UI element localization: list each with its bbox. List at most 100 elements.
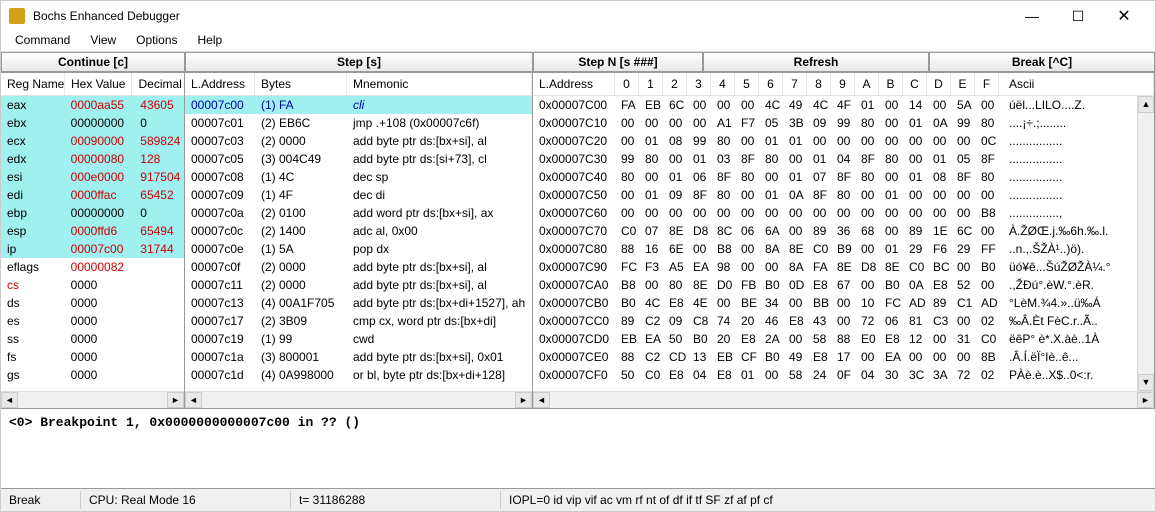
reg-dec-header[interactable]: Decimal (132, 73, 185, 95)
disasm-row[interactable]: 00007c00 (1) FA cli (185, 96, 532, 114)
memory-row[interactable]: 0x00007C90FCF3A5EA9800008AFA8ED88EC0BC00… (533, 258, 1137, 276)
stepn-button[interactable]: Step N [s ###] (533, 52, 703, 72)
disasm-row[interactable]: 00007c01 (2) EB6C jmp .+108 (0x00007c6f) (185, 114, 532, 132)
memory-row[interactable]: 0x00007C00FAEB6C0000004C494C4F010014005A… (533, 96, 1137, 114)
register-row[interactable]: ds 0000 (1, 294, 184, 312)
mem-scroll-h[interactable]: ◄ ► (533, 391, 1154, 408)
maximize-button[interactable]: ☐ (1055, 1, 1101, 31)
memory-row[interactable]: 0x00007CD0EBEA50B020E82A005888E0E8120031… (533, 330, 1137, 348)
mem-header-L.Address[interactable]: L.Address (533, 73, 615, 95)
scroll-up-icon[interactable]: ▲ (1138, 96, 1154, 113)
disasm-row[interactable]: 00007c1d (4) 0A998000 or bl, byte ptr ds… (185, 366, 532, 384)
memory-row[interactable]: 0x00007CF050C0E804E8010058240F04303C3A72… (533, 366, 1137, 384)
mem-header-6[interactable]: 6 (759, 73, 783, 95)
register-row[interactable]: edi 0000ffac 65452 (1, 186, 184, 204)
reg-hex-header[interactable]: Hex Value (65, 73, 132, 95)
memory-row[interactable]: 0x00007C20000108998000010100000000000000… (533, 132, 1137, 150)
disasm-row[interactable]: 00007c0f (2) 0000 add byte ptr ds:[bx+si… (185, 258, 532, 276)
scroll-right-icon[interactable]: ► (167, 392, 184, 408)
register-row[interactable]: ebx 00000000 0 (1, 114, 184, 132)
mem-header-4[interactable]: 4 (711, 73, 735, 95)
mem-header-2[interactable]: 2 (663, 73, 687, 95)
output-console[interactable]: <0> Breakpoint 1, 0x0000000000007c00 in … (1, 409, 1155, 489)
break-button[interactable]: Break [^C] (929, 52, 1155, 72)
disasm-row[interactable]: 00007c19 (1) 99 cwd (185, 330, 532, 348)
disasm-scroll-h[interactable]: ◄ ► (185, 391, 532, 408)
scroll-down-icon[interactable]: ▼ (1138, 374, 1154, 391)
mem-header-5[interactable]: 5 (735, 73, 759, 95)
scroll-track[interactable] (18, 392, 167, 408)
menu-help[interactable]: Help (188, 31, 233, 51)
memory-row[interactable]: 0x00007C8088166E00B8008A8EC0B9000129F629… (533, 240, 1137, 258)
disasm-row[interactable]: 00007c1a (3) 800001 add byte ptr ds:[bx+… (185, 348, 532, 366)
register-row[interactable]: eflags 00000082 (1, 258, 184, 276)
disasm-addr-header[interactable]: L.Address (185, 73, 255, 95)
disasm-row[interactable]: 00007c03 (2) 0000 add byte ptr ds:[bx+si… (185, 132, 532, 150)
continue-button[interactable]: Continue [c] (1, 52, 185, 72)
disasm-row[interactable]: 00007c17 (2) 3B09 cmp cx, word ptr ds:[b… (185, 312, 532, 330)
mem-header-3[interactable]: 3 (687, 73, 711, 95)
register-row[interactable]: fs 0000 (1, 348, 184, 366)
scroll-right-icon[interactable]: ► (515, 392, 532, 408)
disasm-mnem-header[interactable]: Mnemonic (347, 73, 532, 95)
disasm-row[interactable]: 00007c0c (2) 1400 adc al, 0x00 (185, 222, 532, 240)
register-row[interactable]: edx 00000080 128 (1, 150, 184, 168)
register-row[interactable]: cs 0000 (1, 276, 184, 294)
memory-row[interactable]: 0x00007CE088C2CD13EBCFB049E81700EA000000… (533, 348, 1137, 366)
reg-name-header[interactable]: Reg Name (1, 73, 65, 95)
close-button[interactable]: ✕ (1101, 1, 1147, 31)
memory-row[interactable]: 0x00007C40800001068F800001078F800001088F… (533, 168, 1137, 186)
step-button[interactable]: Step [s] (185, 52, 533, 72)
mem-header-1[interactable]: 1 (639, 73, 663, 95)
register-row[interactable]: esi 000e0000 917504 (1, 168, 184, 186)
register-row[interactable]: ecx 00090000 589824 (1, 132, 184, 150)
scroll-track[interactable] (1138, 113, 1154, 374)
register-row[interactable]: gs 0000 (1, 366, 184, 384)
mem-header-7[interactable]: 7 (783, 73, 807, 95)
menu-command[interactable]: Command (5, 31, 80, 51)
mem-header-Ascii[interactable]: Ascii (999, 73, 1154, 95)
disasm-row[interactable]: 00007c13 (4) 00A1F705 add byte ptr ds:[b… (185, 294, 532, 312)
mem-header-8[interactable]: 8 (807, 73, 831, 95)
memory-row[interactable]: 0x00007C60000000000000000000000000000000… (533, 204, 1137, 222)
register-row[interactable]: eax 0000aa55 43605 (1, 96, 184, 114)
scroll-left-icon[interactable]: ◄ (1, 392, 18, 408)
disasm-row[interactable]: 00007c0a (2) 0100 add word ptr ds:[bx+si… (185, 204, 532, 222)
register-row[interactable]: ss 0000 (1, 330, 184, 348)
memory-row[interactable]: 0x00007CC089C209C8742046E84300720681C300… (533, 312, 1137, 330)
registers-rows[interactable]: eax 0000aa55 43605ebx 00000000 0ecx 0009… (1, 96, 184, 391)
disasm-rows[interactable]: 00007c00 (1) FA cli00007c01 (2) EB6C jmp… (185, 96, 532, 391)
register-row[interactable]: es 0000 (1, 312, 184, 330)
mem-scroll-v[interactable]: ▲ ▼ (1137, 96, 1154, 391)
regs-scroll-h[interactable]: ◄ ► (1, 391, 184, 408)
register-row[interactable]: esp 0000ffd6 65494 (1, 222, 184, 240)
scroll-track[interactable] (202, 392, 515, 408)
mem-header-C[interactable]: C (903, 73, 927, 95)
mem-header-B[interactable]: B (879, 73, 903, 95)
scroll-track[interactable] (550, 392, 1137, 408)
mem-header-F[interactable]: F (975, 73, 999, 95)
disasm-row[interactable]: 00007c0e (1) 5A pop dx (185, 240, 532, 258)
memory-row[interactable]: 0x00007CB0B04CE84E00BE3400BB0010FCAD89C1… (533, 294, 1137, 312)
refresh-button[interactable]: Refresh (703, 52, 929, 72)
disasm-bytes-header[interactable]: Bytes (255, 73, 347, 95)
memory-row[interactable]: 0x00007C500001098F8000010A8F800001000000… (533, 186, 1137, 204)
mem-header-E[interactable]: E (951, 73, 975, 95)
scroll-left-icon[interactable]: ◄ (185, 392, 202, 408)
disasm-row[interactable]: 00007c08 (1) 4C dec sp (185, 168, 532, 186)
memory-row[interactable]: 0x00007C1000000000A1F7053B09998000010A99… (533, 114, 1137, 132)
mem-header-9[interactable]: 9 (831, 73, 855, 95)
memory-row[interactable]: 0x00007CA0B800808ED0FBB00DE86700B00AE852… (533, 276, 1137, 294)
memory-rows[interactable]: 0x00007C00FAEB6C0000004C494C4F010014005A… (533, 96, 1137, 391)
disasm-row[interactable]: 00007c11 (2) 0000 add byte ptr ds:[bx+si… (185, 276, 532, 294)
memory-row[interactable]: 0x00007C70C0078ED88C066A0089366800891E6C… (533, 222, 1137, 240)
mem-header-D[interactable]: D (927, 73, 951, 95)
menu-options[interactable]: Options (126, 31, 187, 51)
minimize-button[interactable]: — (1009, 1, 1055, 31)
menu-view[interactable]: View (80, 31, 126, 51)
scroll-right-icon[interactable]: ► (1137, 392, 1154, 408)
disasm-row[interactable]: 00007c05 (3) 004C49 add byte ptr ds:[si+… (185, 150, 532, 168)
mem-header-0[interactable]: 0 (615, 73, 639, 95)
register-row[interactable]: ebp 00000000 0 (1, 204, 184, 222)
memory-row[interactable]: 0x00007C3099800001038F800001048F80000105… (533, 150, 1137, 168)
